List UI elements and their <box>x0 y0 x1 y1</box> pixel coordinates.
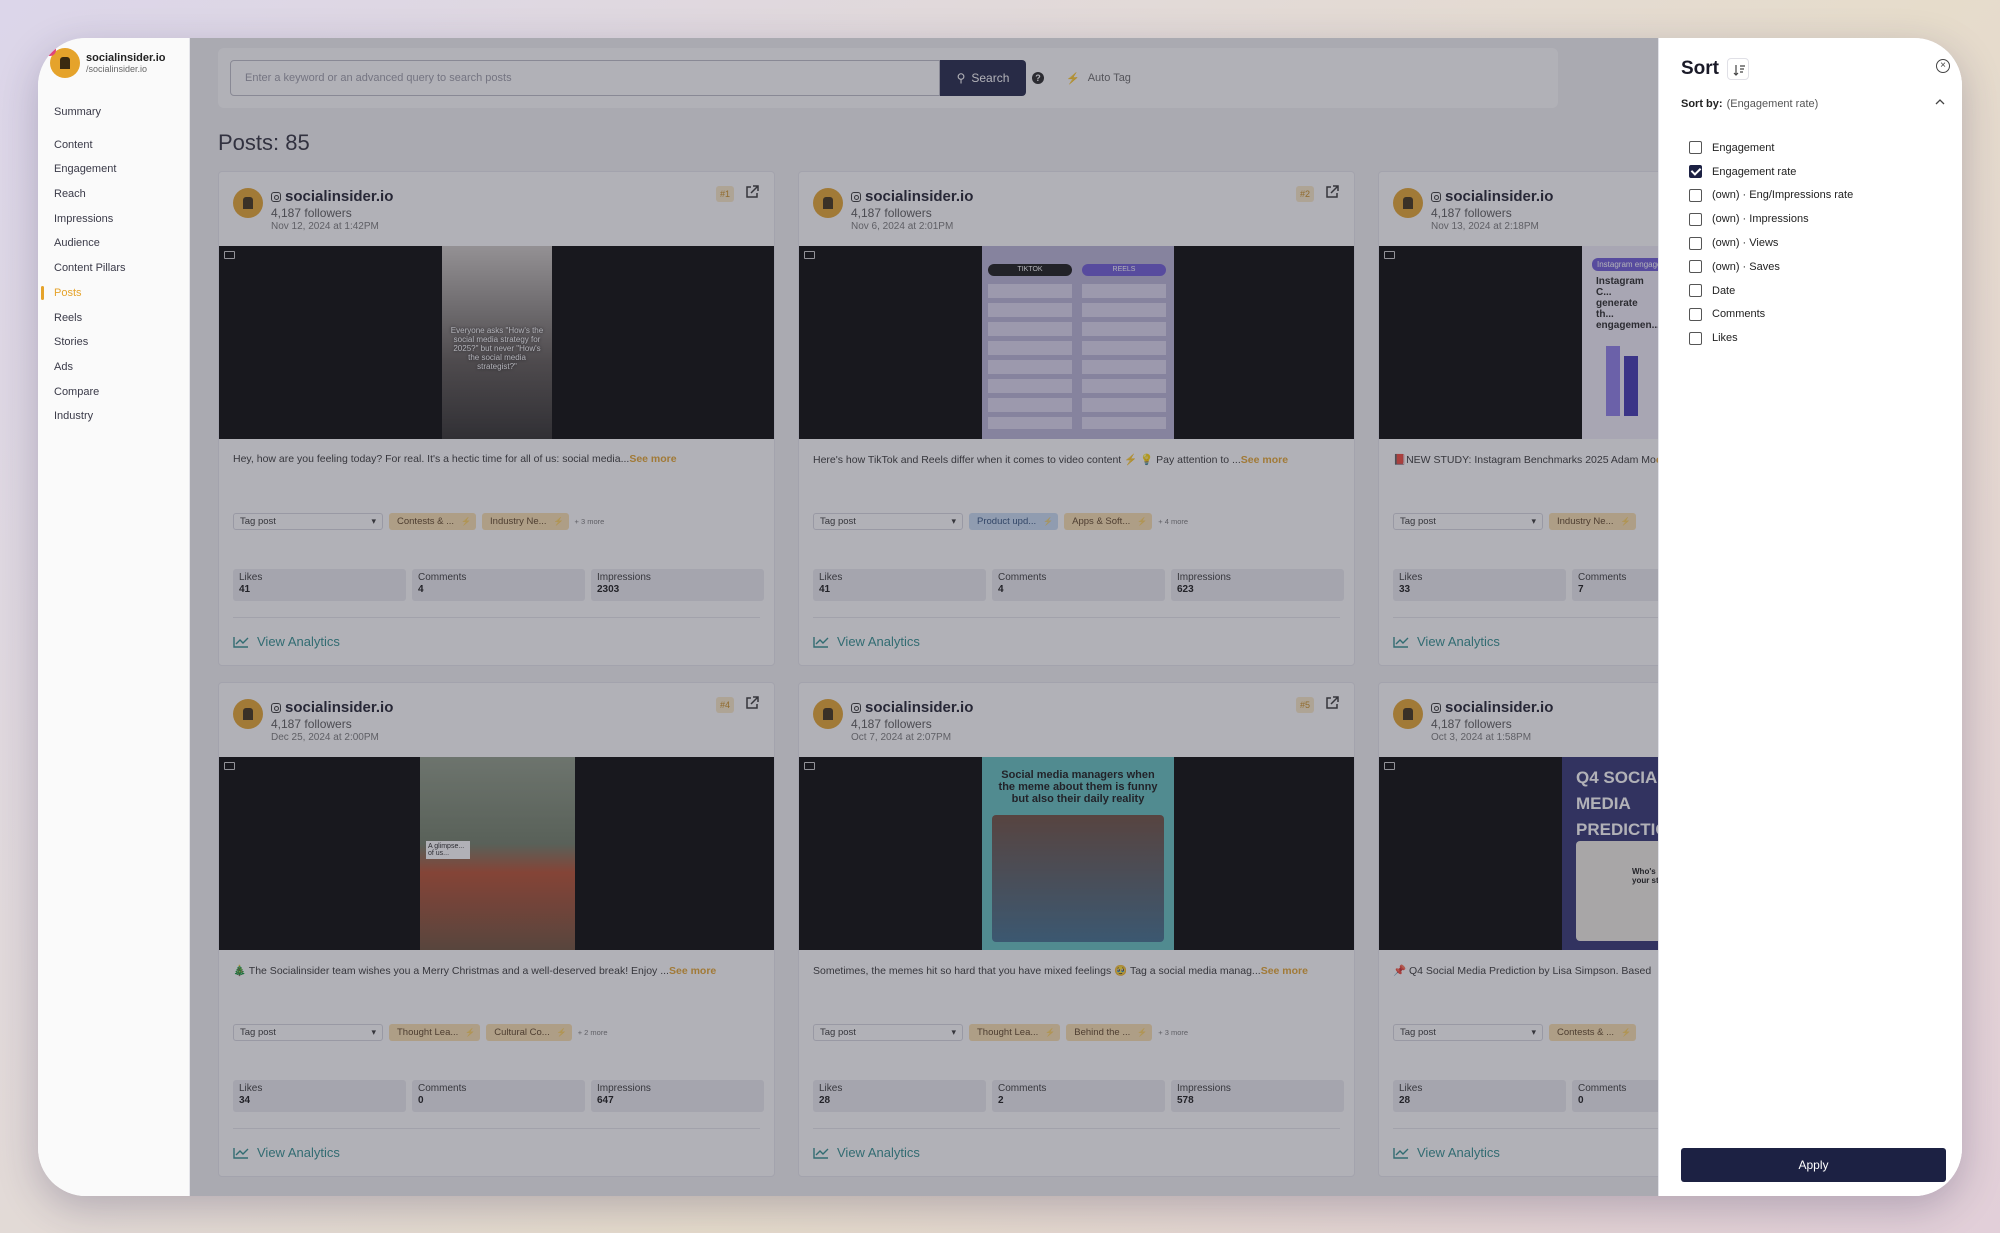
sort-by-header[interactable]: Sort by: (Engagement rate) <box>1681 98 1818 110</box>
sort-option-engagement-rate[interactable]: Engagement rate <box>1689 160 1853 184</box>
sort-options: Engagement Engagement rate (own) · Eng/I… <box>1689 136 1853 350</box>
sidebar-item-summary[interactable]: Summary <box>38 100 189 125</box>
sort-option-label: (own) · Eng/Impressions rate <box>1712 189 1854 202</box>
sidebar-item-stories[interactable]: Stories <box>38 330 189 355</box>
sort-option-date[interactable]: Date <box>1689 279 1853 303</box>
sort-by-value: (Engagement rate) <box>1726 98 1819 110</box>
sidebar-item-ads[interactable]: Ads <box>38 355 189 380</box>
close-icon[interactable]: × <box>1936 59 1950 73</box>
checkbox[interactable] <box>1689 236 1702 250</box>
sort-option-own-impressions[interactable]: (own) · Impressions <box>1689 207 1853 231</box>
checkbox[interactable] <box>1689 165 1702 179</box>
sidebar-item-compare[interactable]: Compare <box>38 380 189 405</box>
brand-name: socialinsider.io <box>86 52 166 64</box>
sort-option-engagement[interactable]: Engagement <box>1689 136 1853 160</box>
brand[interactable]: socialinsider.io /socialinsider.io <box>44 44 166 78</box>
checkbox[interactable] <box>1689 284 1702 298</box>
sidebar-item-audience[interactable]: Audience <box>38 231 189 256</box>
modal-backdrop[interactable] <box>190 38 1810 1196</box>
sort-option-comments[interactable]: Comments <box>1689 303 1853 327</box>
sidebar-nav: Summary Content Engagement Reach Impress… <box>38 100 189 429</box>
chevron-up-icon[interactable] <box>1934 96 1946 110</box>
sort-title: Sort <box>1681 58 1719 79</box>
sort-option-label: Likes <box>1712 332 1738 345</box>
checkbox[interactable] <box>1689 141 1702 155</box>
checkbox[interactable] <box>1689 188 1702 202</box>
sort-panel: Sort × Sort by: (Engagement rate) Engagem… <box>1658 38 1962 1196</box>
sort-option-label: (own) · Saves <box>1712 260 1780 273</box>
sidebar: socialinsider.io /socialinsider.io Summa… <box>38 38 190 1196</box>
brand-logo <box>44 44 80 78</box>
checkbox[interactable] <box>1689 260 1702 274</box>
sidebar-item-engagement[interactable]: Engagement <box>38 157 189 182</box>
checkbox[interactable] <box>1689 212 1702 226</box>
sidebar-item-industry[interactable]: Industry <box>38 404 189 429</box>
sort-option-own-views[interactable]: (own) · Views <box>1689 231 1853 255</box>
sort-option-label: (own) · Views <box>1712 237 1779 250</box>
sort-option-label: Date <box>1712 284 1736 297</box>
app-window: socialinsider.io /socialinsider.io Summa… <box>38 38 1962 1196</box>
sidebar-item-impressions[interactable]: Impressions <box>38 207 189 232</box>
sort-option-own-saves[interactable]: (own) · Saves <box>1689 255 1853 279</box>
sort-icon[interactable] <box>1727 58 1749 80</box>
apply-button[interactable]: Apply <box>1681 1148 1946 1182</box>
sort-option-label: (own) · Impressions <box>1712 213 1809 226</box>
sidebar-item-reels[interactable]: Reels <box>38 306 189 331</box>
sort-option-label: Engagement rate <box>1712 165 1797 178</box>
sidebar-item-posts[interactable]: Posts <box>38 281 189 306</box>
checkbox[interactable] <box>1689 331 1702 345</box>
checkbox[interactable] <box>1689 307 1702 321</box>
sort-option-likes[interactable]: Likes <box>1689 326 1853 350</box>
sidebar-item-reach[interactable]: Reach <box>38 182 189 207</box>
sort-option-own-eng-impressions-rate[interactable]: (own) · Eng/Impressions rate <box>1689 184 1853 208</box>
sort-option-label: Engagement <box>1712 141 1775 154</box>
sort-option-label: Comments <box>1712 308 1766 321</box>
notification-badge-icon <box>44 44 56 56</box>
sort-by-label: Sort by: <box>1681 98 1723 110</box>
sidebar-item-content-pillars[interactable]: Content Pillars <box>38 256 189 281</box>
brand-handle: /socialinsider.io <box>86 64 148 74</box>
sidebar-item-content[interactable]: Content <box>38 133 189 158</box>
